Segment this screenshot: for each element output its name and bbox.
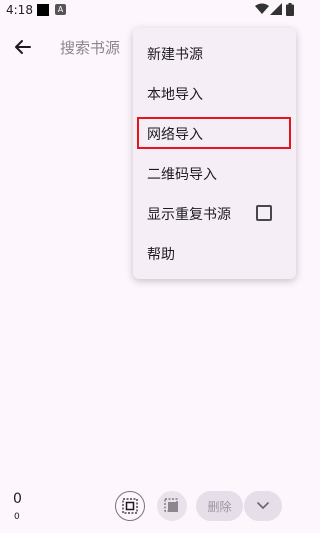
menu-item-label: 网络导入 <box>147 127 203 143</box>
menu-item-label: 显示重复书源 <box>147 207 231 223</box>
search-input[interactable]: 搜索书源 <box>60 37 120 58</box>
signal-icon <box>270 3 282 15</box>
menu-item-help[interactable]: 帮助 <box>133 236 296 270</box>
select-inverse-icon <box>164 498 178 512</box>
menu-item-network-import[interactable]: 网络导入 <box>133 116 296 150</box>
back-button[interactable] <box>10 34 36 60</box>
overflow-menu: 新建书源 本地导入 网络导入 二维码导入 显示重复书源 帮助 <box>133 28 296 279</box>
status-time: 4:18 <box>6 3 33 17</box>
notification-square-icon <box>37 4 49 16</box>
arrow-left-icon <box>15 40 31 54</box>
selected-count: 0 <box>13 491 22 507</box>
total-count: 0 <box>14 512 20 522</box>
select-all-icon <box>122 498 138 514</box>
delete-button-label: 删除 <box>207 499 232 514</box>
menu-item-label: 新建书源 <box>147 47 203 63</box>
menu-item-label: 帮助 <box>147 247 175 263</box>
menu-item-show-duplicates[interactable]: 显示重复书源 <box>133 196 296 230</box>
show-duplicates-checkbox[interactable] <box>256 205 272 221</box>
delete-button[interactable]: 删除 <box>196 491 243 521</box>
select-all-button[interactable] <box>115 491 145 521</box>
notification-a-icon: A <box>55 4 66 15</box>
more-options-button[interactable] <box>244 491 282 521</box>
menu-item-label: 本地导入 <box>147 87 203 103</box>
menu-item-local-import[interactable]: 本地导入 <box>133 76 296 110</box>
status-bar: 4:18 A <box>0 0 300 22</box>
menu-item-label: 二维码导入 <box>147 167 217 183</box>
select-inverse-button[interactable] <box>157 491 187 521</box>
wifi-icon <box>255 3 269 14</box>
menu-item-qrcode-import[interactable]: 二维码导入 <box>133 156 296 190</box>
battery-icon <box>286 3 294 16</box>
chevron-down-icon <box>257 502 269 509</box>
menu-item-new-source[interactable]: 新建书源 <box>133 36 296 70</box>
